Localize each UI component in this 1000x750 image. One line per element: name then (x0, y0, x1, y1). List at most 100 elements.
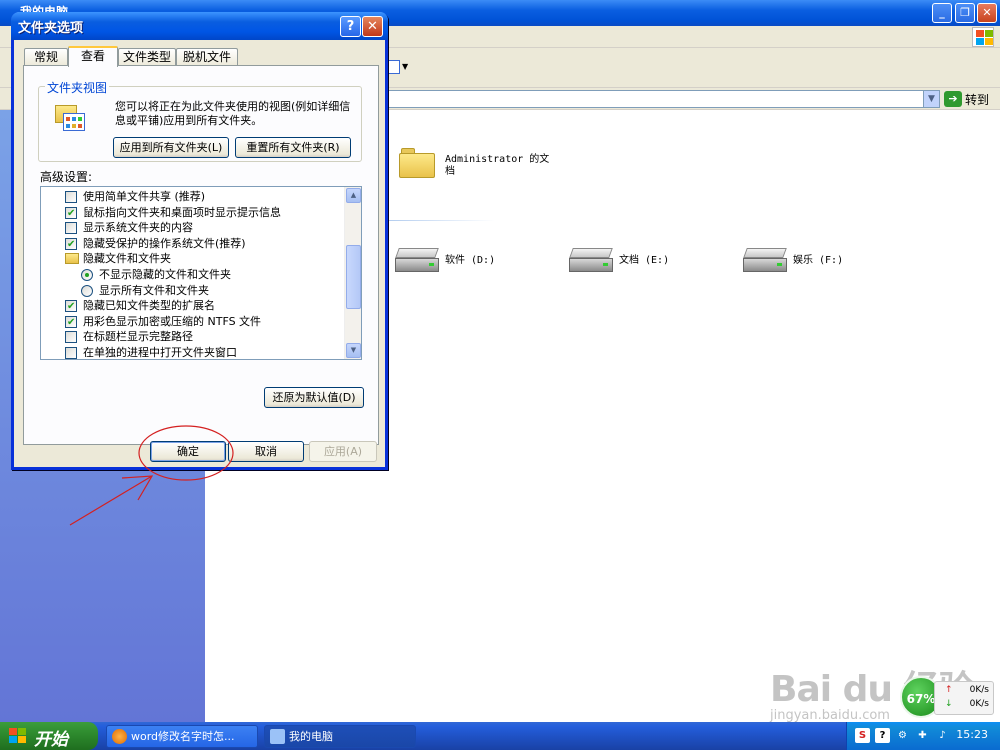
folder-options-dialog: 文件夹选项 ? ✕ 常规 查看 文件类型 脱机文件 文件夹视图 您可以将正在为此… (11, 12, 388, 470)
folder-icon (399, 148, 435, 178)
apply-button[interactable]: 应用(A) (309, 441, 377, 462)
setting-label: 隐藏受保护的操作系统文件(推荐) (83, 236, 246, 250)
setting-checkbox[interactable] (65, 347, 77, 359)
my-computer-icon (270, 729, 285, 744)
dialog-close-button[interactable]: ✕ (362, 16, 383, 37)
setting-label: 隐藏文件和文件夹 (83, 252, 171, 266)
setting-checkbox[interactable] (65, 315, 77, 330)
volume-icon[interactable]: ♪ (935, 728, 950, 743)
folder-view-icon (55, 105, 85, 133)
help-tray-icon[interactable]: ? (875, 728, 890, 743)
folder-item-label: Administrator 的文 档 (445, 154, 550, 177)
advanced-setting-row[interactable]: 显示所有文件和文件夹 (41, 283, 345, 299)
setting-label: 在单独的进程中打开文件夹窗口 (83, 346, 237, 359)
scroll-thumb[interactable] (346, 245, 361, 309)
setting-label: 鼠标指向文件夹和桌面项时显示提示信息 (83, 205, 281, 219)
hard-drive-icon (395, 248, 439, 274)
drive-item-label: 文档 (E:) (619, 255, 670, 266)
advanced-setting-row[interactable]: 显示系统文件夹的内容 (41, 220, 345, 236)
dialog-titlebar: 文件夹选项 ? ✕ (11, 12, 388, 40)
go-button[interactable]: ➔ 转到 (944, 90, 989, 108)
minimize-button[interactable]: _ (932, 3, 952, 23)
setting-checkbox[interactable] (65, 299, 77, 314)
sogou-icon[interactable]: S (855, 728, 870, 743)
go-label: 转到 (965, 92, 990, 107)
ok-button[interactable]: 确定 (150, 441, 226, 462)
setting-label: 在标题栏显示完整路径 (83, 330, 193, 344)
drive-item-label: 娱乐 (F:) (793, 255, 844, 266)
net-speed-widget[interactable]: 67% ↑ 0K/s ↓ 0K/s (900, 676, 996, 718)
cancel-button[interactable]: 取消 (228, 441, 304, 462)
maximize-button[interactable]: ❐ (955, 3, 975, 23)
folder-views-description: 您可以将正在为此文件夹使用的视图(例如详细信息或平铺)应用到所有文件夹。 (115, 100, 351, 127)
network-icon[interactable]: ⚙ (895, 728, 910, 743)
windows-logo-icon (972, 27, 994, 47)
watermark-url: jingyan.baidu.com (770, 708, 890, 723)
advanced-setting-row[interactable]: 隐藏文件和文件夹 (41, 251, 345, 267)
upload-arrow-icon: ↑ (945, 685, 953, 695)
reset-all-folders-button[interactable]: 重置所有文件夹(R) (235, 137, 351, 158)
restore-defaults-button[interactable]: 还原为默认值(D) (264, 387, 364, 408)
dialog-title: 文件夹选项 (18, 21, 84, 36)
setting-checkbox[interactable] (65, 331, 77, 344)
taskbar-item-my-computer[interactable]: 我的电脑 (264, 725, 416, 748)
taskbar: 开始 word修改名字时怎... 我的电脑 S ? ⚙ ✚ ♪ 15:23 (0, 722, 1000, 750)
views-dropdown-icon[interactable]: ▼ (402, 62, 408, 71)
setting-radio[interactable] (81, 284, 93, 297)
setting-label: 隐藏已知文件类型的扩展名 (83, 299, 215, 313)
advanced-setting-row[interactable]: 不显示隐藏的文件和文件夹 (41, 267, 345, 283)
advanced-settings-label: 高级设置: (40, 170, 93, 184)
advanced-setting-row[interactable]: 隐藏已知文件类型的扩展名 (41, 298, 345, 314)
taskbar-item-label: word修改名字时怎... (131, 730, 235, 743)
setting-checkbox[interactable] (65, 206, 77, 221)
apply-to-all-folders-button[interactable]: 应用到所有文件夹(L) (113, 137, 229, 158)
hard-drive-icon (569, 248, 613, 274)
net-speed-box: ↑ 0K/s ↓ 0K/s (934, 681, 994, 715)
setting-label: 用彩色显示加密或压缩的 NTFS 文件 (83, 314, 262, 328)
setting-checkbox[interactable] (65, 222, 77, 235)
go-arrow-icon: ➔ (944, 91, 962, 107)
clock: 15:23 (956, 728, 988, 741)
scroll-down-icon[interactable]: ▼ (346, 343, 361, 358)
views-icon[interactable] (386, 60, 400, 74)
system-tray: S ? ⚙ ✚ ♪ 15:23 (846, 722, 1000, 750)
setting-checkbox[interactable] (65, 191, 77, 203)
address-dropdown-icon[interactable]: ▼ (923, 91, 939, 107)
tab-file-types[interactable]: 文件类型 (118, 48, 176, 66)
sync-icon[interactable]: ✚ (915, 728, 930, 743)
windows-logo-icon (9, 728, 27, 744)
advanced-setting-row[interactable]: 隐藏受保护的操作系统文件(推荐) (41, 236, 345, 252)
advanced-list-scrollbar[interactable]: ▲ ▼ (344, 187, 361, 359)
advanced-setting-row[interactable]: 在单独的进程中打开文件夹窗口 (41, 345, 345, 359)
close-button[interactable]: ✕ (977, 3, 997, 23)
setting-checkbox[interactable] (65, 237, 77, 252)
start-button[interactable]: 开始 (0, 722, 98, 750)
setting-label: 显示所有文件和文件夹 (99, 283, 209, 297)
setting-label: 显示系统文件夹的内容 (83, 221, 193, 235)
download-arrow-icon: ↓ (945, 699, 953, 709)
hard-drive-icon (743, 248, 787, 274)
scroll-up-icon[interactable]: ▲ (346, 188, 361, 203)
folder-views-legend: 文件夹视图 (45, 79, 110, 96)
help-button[interactable]: ? (340, 16, 361, 37)
tab-view[interactable]: 查看 (68, 46, 118, 67)
folder-icon (65, 253, 79, 265)
view-tab-panel: 文件夹视图 您可以将正在为此文件夹使用的视图(例如详细信息或平铺)应用到所有文件… (23, 65, 379, 445)
download-row: ↓ 0K/s (945, 699, 993, 713)
advanced-setting-row[interactable]: 在标题栏显示完整路径 (41, 329, 345, 345)
setting-radio[interactable] (81, 269, 93, 281)
advanced-settings-list[interactable]: ▲ ▼ 使用简单文件共享 (推荐) 鼠标指向文件夹和桌面项时显示提示信息显示系统文… (40, 186, 362, 360)
advanced-setting-row[interactable]: 用彩色显示加密或压缩的 NTFS 文件 (41, 314, 345, 330)
folder-views-group: 文件夹视图 您可以将正在为此文件夹使用的视图(例如详细信息或平铺)应用到所有文件… (38, 79, 362, 162)
setting-label: 不显示隐藏的文件和文件夹 (99, 268, 231, 281)
tab-general[interactable]: 常规 (24, 48, 68, 66)
start-label: 开始 (34, 730, 68, 750)
tab-offline-files[interactable]: 脱机文件 (176, 48, 238, 66)
taskbar-item-browser[interactable]: word修改名字时怎... (106, 725, 258, 748)
setting-label: 使用简单文件共享 (推荐) (83, 190, 206, 203)
browser-icon (112, 729, 127, 744)
download-speed: 0K/s (969, 699, 989, 709)
drive-item-label: 软件 (D:) (445, 255, 496, 266)
advanced-setting-row[interactable]: 使用简单文件共享 (推荐) (41, 189, 345, 205)
advanced-setting-row[interactable]: 鼠标指向文件夹和桌面项时显示提示信息 (41, 205, 345, 221)
